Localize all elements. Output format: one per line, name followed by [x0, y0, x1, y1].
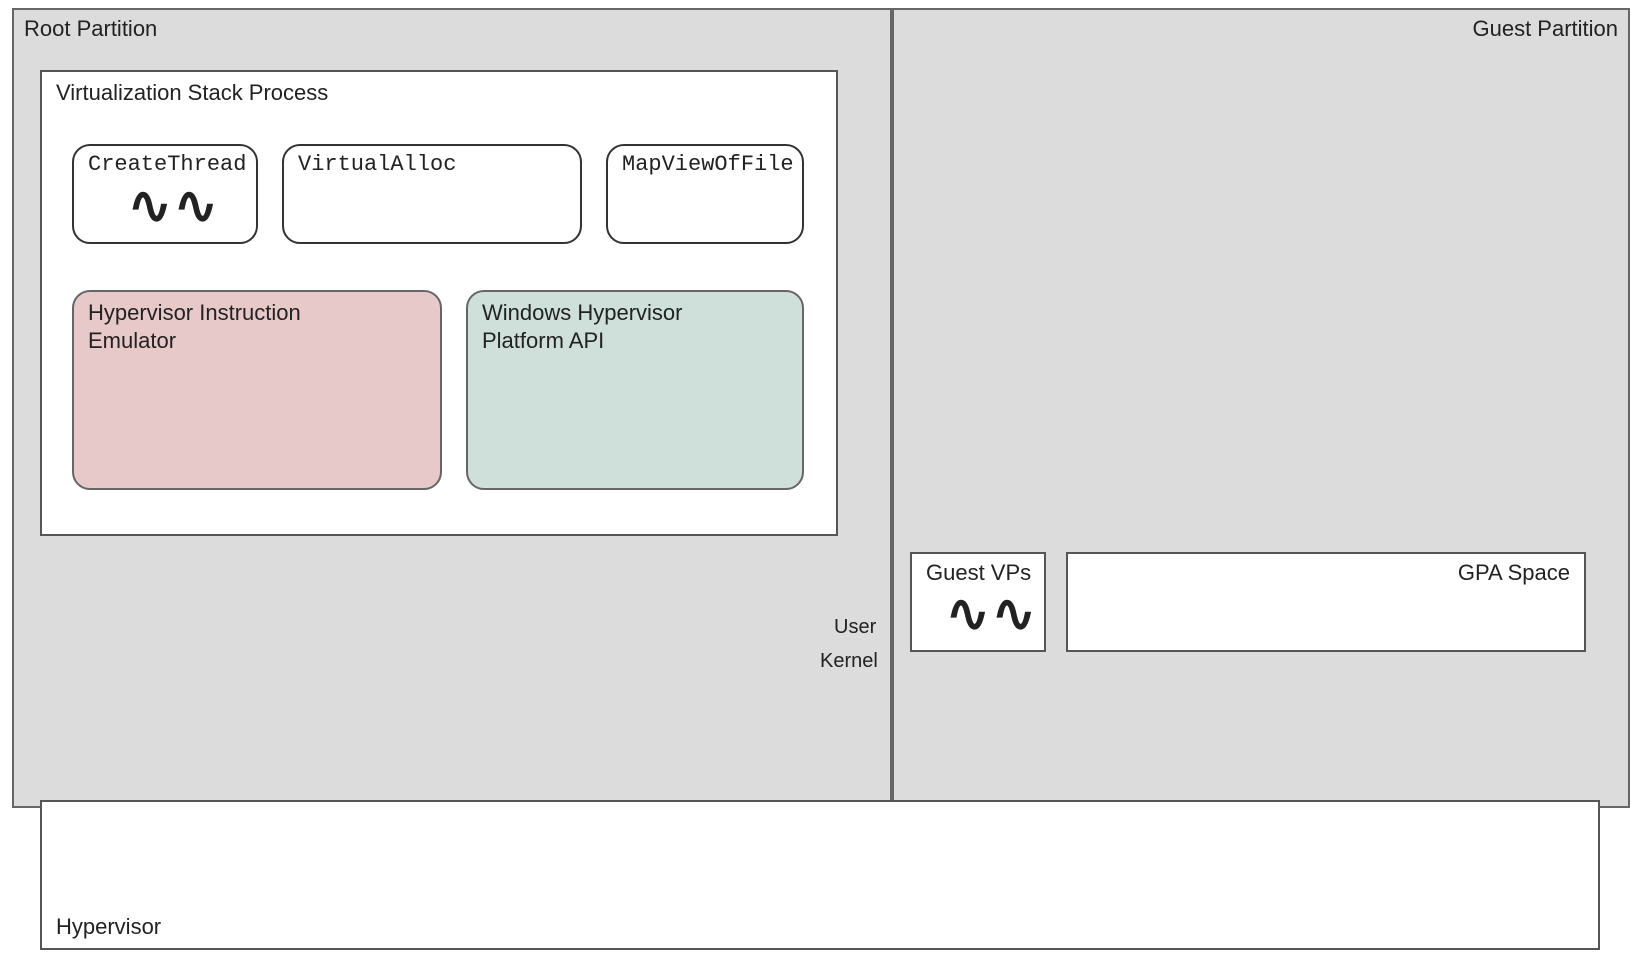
create-thread-box: CreateThread ∿ ∿	[72, 144, 258, 244]
diagram-canvas: Root Partition Guest Partition Virtualiz…	[0, 0, 1642, 975]
hypervisor-title: Hypervisor	[56, 914, 161, 940]
map-view-of-file-box: MapViewOfFile	[606, 144, 804, 244]
thread-glyph-2: ∿	[174, 176, 218, 236]
windows-hypervisor-platform-api-box: Windows Hypervisor Platform API Windows …	[466, 290, 804, 490]
gpa-space-box: GPA Space	[1066, 552, 1586, 652]
guest-partition-title: Guest Partition	[1472, 16, 1618, 42]
guest-vps-title: Guest VPs	[926, 560, 1031, 586]
vsp-title: Virtualization Stack Process	[56, 80, 328, 106]
guest-vp-glyph-1: ∿	[946, 584, 990, 644]
map-view-label: MapViewOfFile	[622, 152, 794, 177]
virtual-alloc-label: VirtualAlloc	[298, 152, 456, 177]
create-thread-label: CreateThread	[88, 152, 246, 177]
kernel-mode-label: Kernel	[820, 650, 878, 673]
virtual-alloc-box: VirtualAlloc	[282, 144, 582, 244]
thread-glyph-1: ∿	[128, 176, 172, 236]
whp-title-1: Windows Hypervisor	[482, 300, 683, 326]
guest-vps-box: Guest VPs ∿ ∿	[910, 552, 1046, 652]
guest-partition-box: Guest Partition	[892, 8, 1630, 808]
hie-title-1: Hypervisor Instruction	[88, 300, 301, 326]
user-mode-label: User	[834, 616, 876, 639]
root-partition-title: Root Partition	[24, 16, 157, 42]
hypervisor-box: Hypervisor	[40, 800, 1600, 950]
hie-title-2: Emulator	[88, 328, 176, 354]
whp-title-2: Platform API	[482, 328, 604, 354]
gpa-space-title: GPA Space	[1458, 560, 1570, 586]
guest-vp-glyph-2: ∿	[992, 584, 1036, 644]
hypervisor-instruction-emulator-box: Hypervisor Instruction Emulator Hypervis…	[72, 290, 442, 490]
